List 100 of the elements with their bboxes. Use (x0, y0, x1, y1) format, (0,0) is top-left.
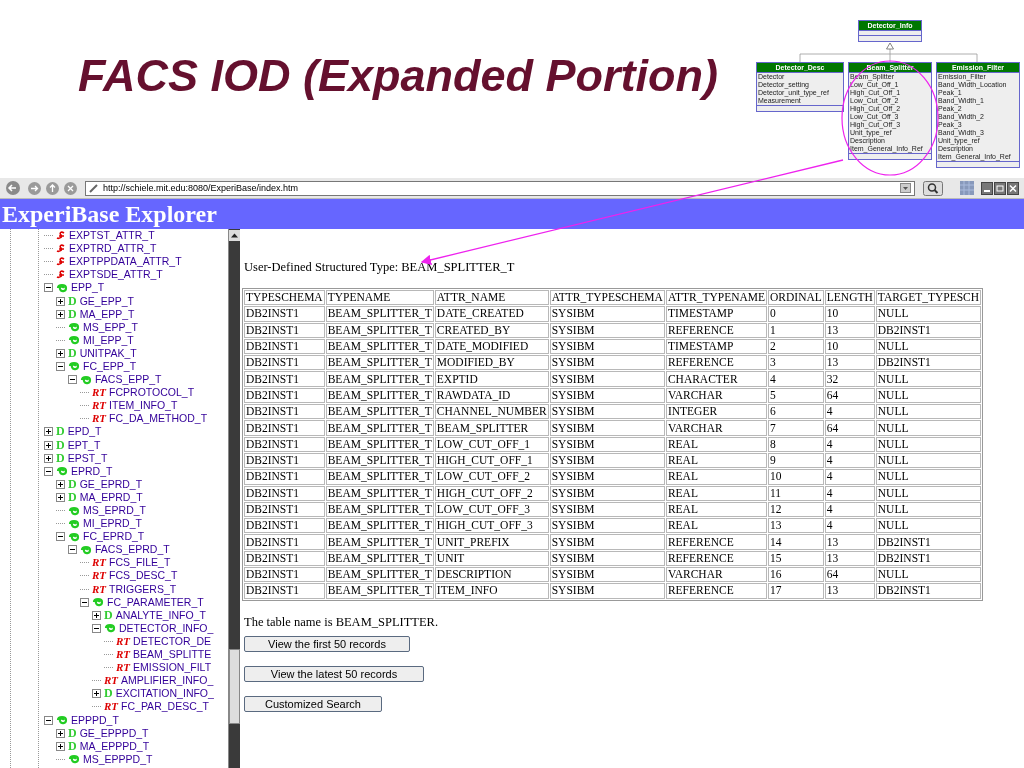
table-cell: 64 (824, 420, 875, 436)
table-cell: 12 (768, 501, 824, 518)
record-button[interactable]: View the latest 50 records (244, 665, 424, 682)
tree-item[interactable]: EXCITATION_INFO_ (115, 687, 214, 701)
tree-item[interactable]: ITEM_INFO_T (109, 399, 178, 413)
table-cell: LOW_CUT_OFF_1 (434, 436, 549, 452)
tree-item[interactable]: FC_EPP_T (83, 360, 137, 373)
table-cell: 13 (824, 550, 875, 567)
tree-item[interactable]: MA_EPPPD_T (79, 739, 150, 753)
tree-item[interactable]: UNITPAK_T (79, 346, 137, 360)
table-cell: REAL (665, 485, 768, 501)
table-cell: 4 (824, 485, 875, 501)
tree-item[interactable]: FACS_EPP_T (95, 373, 162, 387)
row-type-label: RT (116, 648, 131, 662)
address-field[interactable]: http://schiele.mit.edu:8080/ExperiBase/index.htm (85, 180, 915, 196)
tree-item[interactable]: FC_DA_METHOD_T (109, 412, 208, 426)
table-cell: 6 (768, 404, 824, 420)
domain-type-label: D (68, 739, 77, 753)
table-cell: DB2INST1 (244, 452, 325, 469)
tree-item[interactable]: EXPTRD_ATTR_T (69, 242, 157, 256)
table-cell: DB2INST1 (244, 404, 325, 420)
table-cell: BEAM_SPLITTER_T (325, 501, 434, 518)
table-cell: 13 (824, 534, 875, 550)
app-title: ExperiBase Explorer (2, 200, 217, 228)
domain-type-label: D (68, 726, 77, 740)
table-cell: 15 (768, 550, 824, 567)
tree-item[interactable]: EPT_T (67, 438, 101, 452)
tree-item[interactable]: EXPTST_ATTR_T (69, 229, 155, 243)
table-cell: NULL (875, 436, 982, 452)
table-cell: 64 (824, 387, 875, 404)
tree-item[interactable]: FCS_DESC_T (109, 569, 178, 583)
table-cell: 4 (824, 436, 875, 452)
table-cell: DB2INST1 (875, 583, 982, 599)
domain-type-label: D (68, 307, 77, 321)
table-cell: DB2INST1 (244, 355, 325, 371)
tree-item[interactable]: DETECTOR_DE (133, 634, 212, 648)
tree-item[interactable]: FC_PAR_DESC_T (121, 700, 209, 714)
tree-item[interactable]: EPST_T (67, 451, 108, 465)
table-cell: NULL (875, 567, 982, 583)
row-type-label: RT (92, 412, 107, 426)
table-cell: DB2INST1 (244, 306, 325, 322)
tree-item[interactable]: BEAM_SPLITTE (133, 648, 212, 662)
table-cell: 8 (768, 436, 824, 452)
tree-item[interactable]: GE_EPP_T (79, 294, 134, 308)
table-cell: 3 (768, 355, 824, 371)
tree-item[interactable]: MI_EPP_T (83, 333, 134, 347)
tree-item[interactable]: EMISSION_FILT (133, 661, 212, 675)
table-cell: BEAM_SPLITTER_T (325, 518, 434, 534)
table-cell: BEAM_SPLITTER_T (325, 452, 434, 469)
table-cell: DATE_CREATED (434, 306, 549, 322)
tree-item[interactable]: FC_EPRD_T (83, 530, 145, 544)
tree-item[interactable]: EXPTPPDATA_ATTR_T (69, 255, 182, 269)
tree-item[interactable]: DETECTOR_INFO_ (119, 621, 214, 635)
table-cell: 10 (824, 338, 875, 355)
tree-item[interactable]: TRIGGERS_T (109, 582, 177, 596)
table-cell: 4 (824, 518, 875, 534)
tree-item[interactable]: FC_PARAMETER_T (107, 595, 204, 609)
tree-item[interactable]: ANALYTE_INFO_T (115, 608, 206, 622)
tree-item[interactable]: FCS_FILE_T (109, 556, 171, 570)
table-cell: DB2INST1 (244, 534, 325, 550)
record-button[interactable]: View the first 50 records (244, 635, 410, 652)
table-cell: BEAM_SPLITTER_T (325, 404, 434, 420)
tree-item[interactable]: FACS_EPRD_T (95, 543, 170, 557)
tree-item[interactable]: MI_EPRD_T (83, 517, 142, 531)
column-header: ATTR_TYPENAME (665, 290, 768, 306)
table-cell: SYSIBM (549, 322, 665, 338)
tree-item[interactable]: GE_EPRD_T (79, 477, 143, 491)
record-button[interactable]: Customized Search (244, 695, 382, 712)
table-cell: 7 (768, 420, 824, 436)
column-header: TARGET_TYPESCH (875, 290, 982, 306)
table-cell: BEAM_SPLITTER_T (325, 485, 434, 501)
tree-item[interactable]: EPD_T (67, 425, 102, 439)
tree-item[interactable]: MS_EPP_T (83, 320, 138, 334)
table-cell: REAL (665, 518, 768, 534)
tree-item[interactable]: MS_EPPPD_T (83, 752, 153, 766)
table-cell: INTEGER (665, 404, 768, 420)
table-cell: 2 (768, 338, 824, 355)
tree-item[interactable]: FCPROTOCOL_T (109, 386, 195, 400)
table-cell: 11 (768, 485, 824, 501)
table-cell: BEAM_SPLITTER_T (325, 420, 434, 436)
tree-item[interactable]: MA_EPRD_T (79, 490, 143, 504)
table-cell: NULL (875, 452, 982, 469)
table-cell: REFERENCE (665, 583, 768, 599)
tree-item[interactable]: EPRD_T (71, 464, 113, 478)
table-cell: SYSIBM (549, 518, 665, 534)
table-cell: DB2INST1 (875, 355, 982, 371)
tree-item[interactable]: MA_EPP_T (79, 307, 135, 321)
tree-item[interactable]: AMPLIFIER_INFO_ (121, 674, 214, 688)
tree-item[interactable]: EXPTSDE_ATTR_T (69, 268, 163, 282)
tree-item[interactable]: GE_EPPPD_T (79, 726, 149, 740)
table-cell: DATE_MODIFIED (434, 338, 549, 355)
tree-item[interactable]: MS_EPRD_T (83, 504, 146, 517)
table-cell: SYSIBM (549, 355, 665, 371)
tree-item[interactable]: EPPPD_T (71, 713, 119, 727)
tree-item[interactable]: EPP_T (71, 281, 105, 295)
table-cell: RAWDATA_ID (434, 387, 549, 404)
table-cell: REFERENCE (665, 322, 768, 338)
table-cell: 4 (824, 452, 875, 469)
table-cell: BEAM_SPLITTER_T (325, 567, 434, 583)
table-cell: DB2INST1 (244, 518, 325, 534)
